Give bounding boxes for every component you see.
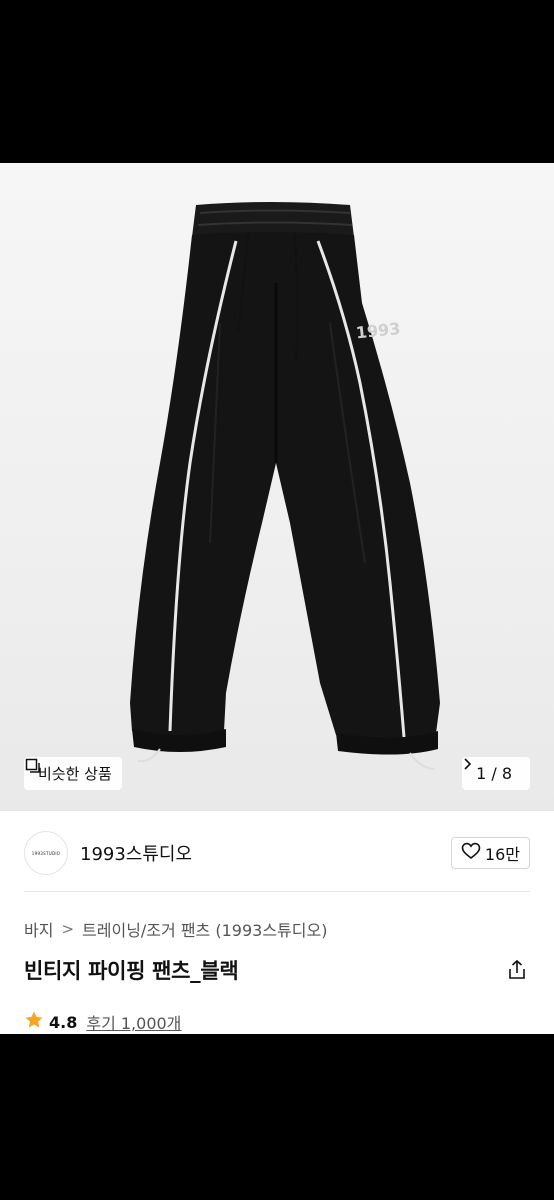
breadcrumb: 바지 > 트레이닝/조거 팬츠 (1993스튜디오) <box>24 917 327 941</box>
like-count: 16만 <box>484 845 520 864</box>
similar-products-label: 비슷한 상품 <box>38 765 112 783</box>
reviews-link[interactable]: 후기 1,000개 <box>86 1010 181 1034</box>
logo-print: 1993 <box>355 319 401 343</box>
similar-products-button[interactable]: 비슷한 상품 <box>24 757 122 790</box>
brand-name[interactable]: 1993스튜디오 <box>80 840 192 866</box>
star-icon <box>24 1010 44 1034</box>
divider <box>24 891 530 892</box>
product-image[interactable]: 1993 비슷한 상품 1 / 8 <box>0 163 554 811</box>
rating-row: 4.8 후기 1,000개 <box>24 1010 181 1034</box>
breadcrumb-category[interactable]: 바지 <box>24 917 53 941</box>
chevron-right-icon: > <box>61 920 75 938</box>
pants-illustration: 1993 <box>130 202 440 770</box>
product-title: 빈티지 파이핑 팬츠_블랙 <box>24 959 239 983</box>
like-button[interactable]: 16만 <box>450 837 530 869</box>
heart-icon <box>461 842 481 864</box>
bottom-area <box>0 1034 554 1200</box>
brand-logo[interactable]: 1993STUDIO <box>24 831 68 875</box>
share-icon[interactable] <box>506 959 528 981</box>
status-area <box>0 0 554 163</box>
breadcrumb-subcategory[interactable]: 트레이닝/조거 팬츠 (1993스튜디오) <box>82 917 327 941</box>
brand-row: 1993STUDIO 1993스튜디오 16만 <box>24 831 530 875</box>
product-info: 1993STUDIO 1993스튜디오 16만 바지 > 트레이닝/조거 팬츠 … <box>0 811 554 1034</box>
image-counter-text: 1 / 8 <box>476 764 512 783</box>
brand-logo-text: 1993STUDIO <box>31 850 61 856</box>
image-counter[interactable]: 1 / 8 <box>462 757 530 790</box>
rating-value: 4.8 <box>49 1012 78 1032</box>
